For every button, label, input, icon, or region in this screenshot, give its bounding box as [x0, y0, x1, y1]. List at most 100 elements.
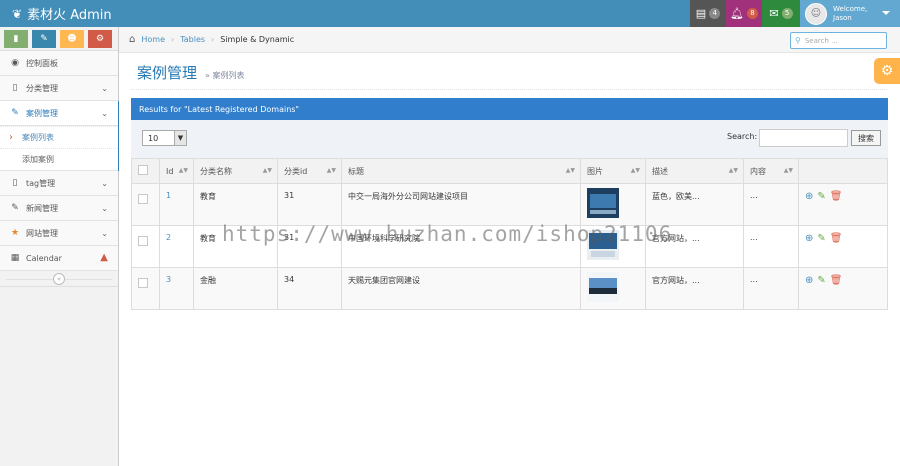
table-toolbar: 10 ▼ Search: 搜索	[131, 120, 888, 158]
sidebar-item-calendar[interactable]: ▦ Calendar ▲	[0, 246, 118, 271]
signal-icon[interactable]: ▮	[4, 29, 28, 48]
zoom-icon[interactable]: ⊕	[805, 233, 813, 244]
pencil-icon[interactable]: ✎	[817, 275, 825, 286]
sidebar-item-tags[interactable]: ▯ tag管理 ⌄	[0, 171, 118, 196]
row-checkbox[interactable]	[138, 194, 148, 204]
cogs-icon[interactable]: ⚙	[88, 29, 112, 48]
tasks-button[interactable]: ▤ 4	[690, 0, 726, 27]
zoom-icon[interactable]: ⊕	[805, 275, 813, 286]
sort-icon: ▲▼	[783, 167, 793, 174]
column-header[interactable]: Id ▲▼	[159, 158, 194, 184]
id-link[interactable]: 2	[166, 233, 171, 242]
page-length-select[interactable]: 10 ▼	[142, 130, 187, 146]
page-length-value: 10	[148, 133, 159, 143]
category-id-cell: 31	[277, 183, 342, 226]
sidebar-item-dashboard[interactable]: ◉ 控制面板	[0, 51, 118, 76]
chevron-down-icon: ⌄	[101, 109, 108, 118]
sidebar-item-label: 案例管理	[26, 108, 58, 118]
brand-name: 素材火 Admin	[27, 8, 112, 23]
id-cell: 1	[159, 183, 194, 226]
breadcrumb-separator: ›	[211, 35, 215, 44]
trash-icon[interactable]: 🗑︎	[830, 233, 843, 244]
pencil-icon[interactable]: ✎	[817, 191, 825, 202]
chevron-down-icon: ⌄	[101, 84, 108, 93]
table-search-label: Search:	[727, 132, 758, 141]
column-header[interactable]: 内容 ▲▼	[743, 158, 799, 184]
settings-button[interactable]: ⚙	[874, 58, 900, 84]
caret-down-icon	[882, 11, 890, 15]
trash-icon[interactable]: 🗑︎	[830, 191, 843, 202]
calendar-icon: ▦	[10, 253, 20, 263]
title-cell: 中交一局海外分公司网站建设项目	[341, 183, 581, 226]
column-header[interactable]: 描述 ▲▼	[645, 158, 744, 184]
sidebar-item-categories[interactable]: ▯ 分类管理 ⌄	[0, 76, 118, 101]
home-icon: ⌂	[129, 34, 136, 45]
sidebar-item-label: 控制面板	[26, 58, 58, 68]
image-cell	[580, 183, 646, 226]
breadcrumb-home[interactable]: Home	[141, 35, 165, 44]
breadcrumb-separator: ›	[170, 35, 175, 44]
description-cell: 官方网站，...	[645, 267, 744, 310]
edit-icon: ✎	[11, 203, 19, 213]
chevron-down-icon: ⌄	[101, 229, 108, 238]
title-cell: 天赐元集团官网建设	[341, 267, 581, 310]
messages-button[interactable]: ✉ 5	[762, 0, 800, 27]
id-cell: 3	[159, 267, 194, 310]
double-chevron-left-icon: «	[53, 272, 65, 285]
page-subtitle: » 案例列表	[205, 71, 245, 80]
row-select-cell	[131, 267, 160, 310]
column-header[interactable]: 图片 ▲▼	[580, 158, 646, 184]
table-header-row: Id ▲▼ 分类名称 ▲▼ 分类id ▲▼ 标题 ▲▼ 图片 ▲▼ 描述 ▲▼ 内容 ▲▼	[131, 158, 888, 184]
id-link[interactable]: 3	[166, 275, 171, 284]
column-header[interactable]: 分类名称 ▲▼	[193, 158, 278, 184]
sidebar-item-site[interactable]: ★ 网站管理 ⌄	[0, 221, 118, 246]
table-search-button[interactable]: 搜索	[851, 130, 881, 146]
messages-badge: 5	[781, 8, 793, 19]
nav-search-input[interactable]: ⚲ Search ...	[790, 32, 887, 49]
row-checkbox[interactable]	[138, 278, 148, 288]
sidebar: ▮ ✎ ☻ ⚙ ◉ 控制面板 ▯ 分类管理 ⌄ ✎ 案例管理 ⌄ 案例列表 添加…	[0, 27, 119, 466]
sidebar-item-label: Calendar	[26, 253, 62, 263]
breadcrumb-current: Simple & Dynamic	[220, 35, 295, 44]
select-all-checkbox[interactable]	[138, 165, 148, 175]
welcome-text: Welcome,	[833, 4, 868, 13]
dashboard-icon: ◉	[11, 58, 19, 68]
id-link[interactable]: 1	[166, 191, 171, 200]
warning-icon: ▲	[100, 252, 108, 263]
sidebar-collapse[interactable]: «	[0, 271, 118, 287]
actions-header	[798, 158, 888, 184]
description-cell: 蓝色，欧美...	[645, 183, 744, 226]
column-header[interactable]: 标题 ▲▼	[341, 158, 581, 184]
category-id-cell: 34	[277, 267, 342, 310]
sidebar-item-label: tag管理	[26, 178, 56, 188]
pencil-icon[interactable]: ✎	[32, 29, 56, 48]
table-search-input[interactable]	[759, 129, 848, 147]
user-menu[interactable]: ☺ Welcome, Jason	[800, 0, 900, 27]
brand[interactable]: ❦ 素材火 Admin	[12, 0, 112, 27]
sidebar-item-cases[interactable]: ✎ 案例管理 ⌄	[0, 101, 118, 126]
notifications-button[interactable]: 🔔︎ 8	[726, 0, 762, 27]
page-header: 案例管理 » 案例列表	[131, 58, 887, 90]
cog-icon: ⚙	[880, 63, 894, 79]
select-all-cell	[131, 158, 160, 184]
case-thumbnail[interactable]	[587, 272, 619, 302]
row-checkbox[interactable]	[138, 236, 148, 246]
sidebar-subitem-case-list[interactable]: 案例列表	[0, 126, 118, 148]
username: Jason	[833, 13, 852, 22]
breadcrumb-tables[interactable]: Tables	[180, 35, 205, 44]
column-header[interactable]: 分类id ▲▼	[277, 158, 342, 184]
sidebar-item-label: 网站管理	[26, 228, 58, 238]
category-cell: 金融	[193, 267, 278, 310]
sidebar-subitem-add-case[interactable]: 添加案例	[0, 148, 118, 170]
sidebar-item-news[interactable]: ✎ 新闻管理 ⌄	[0, 196, 118, 221]
table-header: Results for "Latest Registered Domains"	[131, 98, 888, 120]
trash-icon[interactable]: 🗑︎	[830, 275, 843, 286]
top-navbar: ❦ 素材火 Admin ▤ 4 🔔︎ 8 ✉ 5 ☺ Welcome, Jaso…	[0, 0, 900, 27]
file-icon: ▯	[12, 178, 18, 188]
case-thumbnail[interactable]	[587, 188, 619, 218]
pencil-icon[interactable]: ✎	[817, 233, 825, 244]
search-icon: ⚲	[795, 36, 801, 45]
group-icon[interactable]: ☻	[60, 29, 84, 48]
zoom-icon[interactable]: ⊕	[805, 191, 813, 202]
sidebar-item-label: 分类管理	[26, 83, 58, 93]
